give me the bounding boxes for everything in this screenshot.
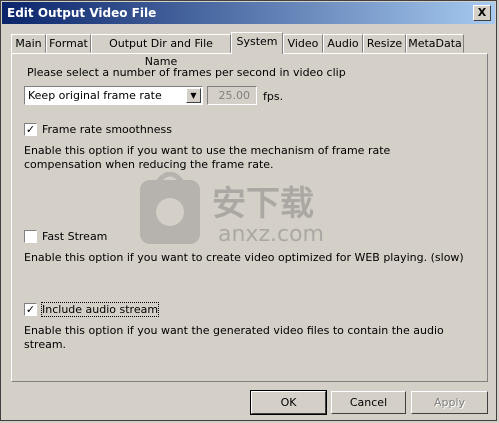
tab-output-dir[interactable]: Output Dir and File Name xyxy=(91,34,231,68)
cancel-button[interactable]: Cancel xyxy=(331,391,406,414)
chevron-down-icon[interactable]: ▼ xyxy=(186,88,201,103)
watermark: 安下载 anxz.com xyxy=(140,171,360,255)
ok-button[interactable]: OK xyxy=(250,390,327,415)
close-button[interactable]: X xyxy=(473,5,491,21)
title-bar[interactable]: Edit Output Video File X xyxy=(2,2,495,24)
fps-value-field[interactable]: 25.00 xyxy=(207,86,257,105)
tab-video[interactable]: Video xyxy=(283,34,323,53)
include-audio-stream-description: Enable this option if you want the gener… xyxy=(24,324,444,351)
include-audio-stream-checkbox[interactable]: ✓ xyxy=(24,303,37,316)
frame-rate-dropdown[interactable]: Keep original frame rate ▼ xyxy=(24,86,203,105)
tab-format[interactable]: Format xyxy=(46,34,91,53)
tab-resize[interactable]: Resize xyxy=(363,34,406,53)
tab-audio[interactable]: Audio xyxy=(323,34,363,53)
tab-metadata[interactable]: MetaData xyxy=(406,34,464,53)
frame-rate-smoothness-description: Enable this option if you want to use th… xyxy=(24,144,391,171)
frame-rate-smoothness-checkbox[interactable]: ✓ xyxy=(24,123,37,136)
frame-rate-smoothness-label[interactable]: Frame rate smoothness xyxy=(42,123,172,136)
fast-stream-checkbox[interactable] xyxy=(24,230,37,243)
watermark-subtext: anxz.com xyxy=(218,222,324,247)
tab-main[interactable]: Main xyxy=(11,34,46,53)
tab-system[interactable]: System xyxy=(231,32,283,54)
include-audio-stream-label[interactable]: Include audio stream xyxy=(40,302,160,317)
window-title: Edit Output Video File xyxy=(7,6,157,20)
fast-stream-description: Enable this option if you want to create… xyxy=(24,251,464,264)
frame-rate-dropdown-value: Keep original frame rate xyxy=(28,89,162,102)
fps-prompt: Please select a number of frames per sec… xyxy=(27,66,346,79)
fps-unit: fps. xyxy=(263,90,284,103)
apply-button[interactable]: Apply xyxy=(411,391,488,414)
fast-stream-label[interactable]: Fast Stream xyxy=(42,230,107,243)
watermark-text: 安下载 xyxy=(212,184,314,224)
